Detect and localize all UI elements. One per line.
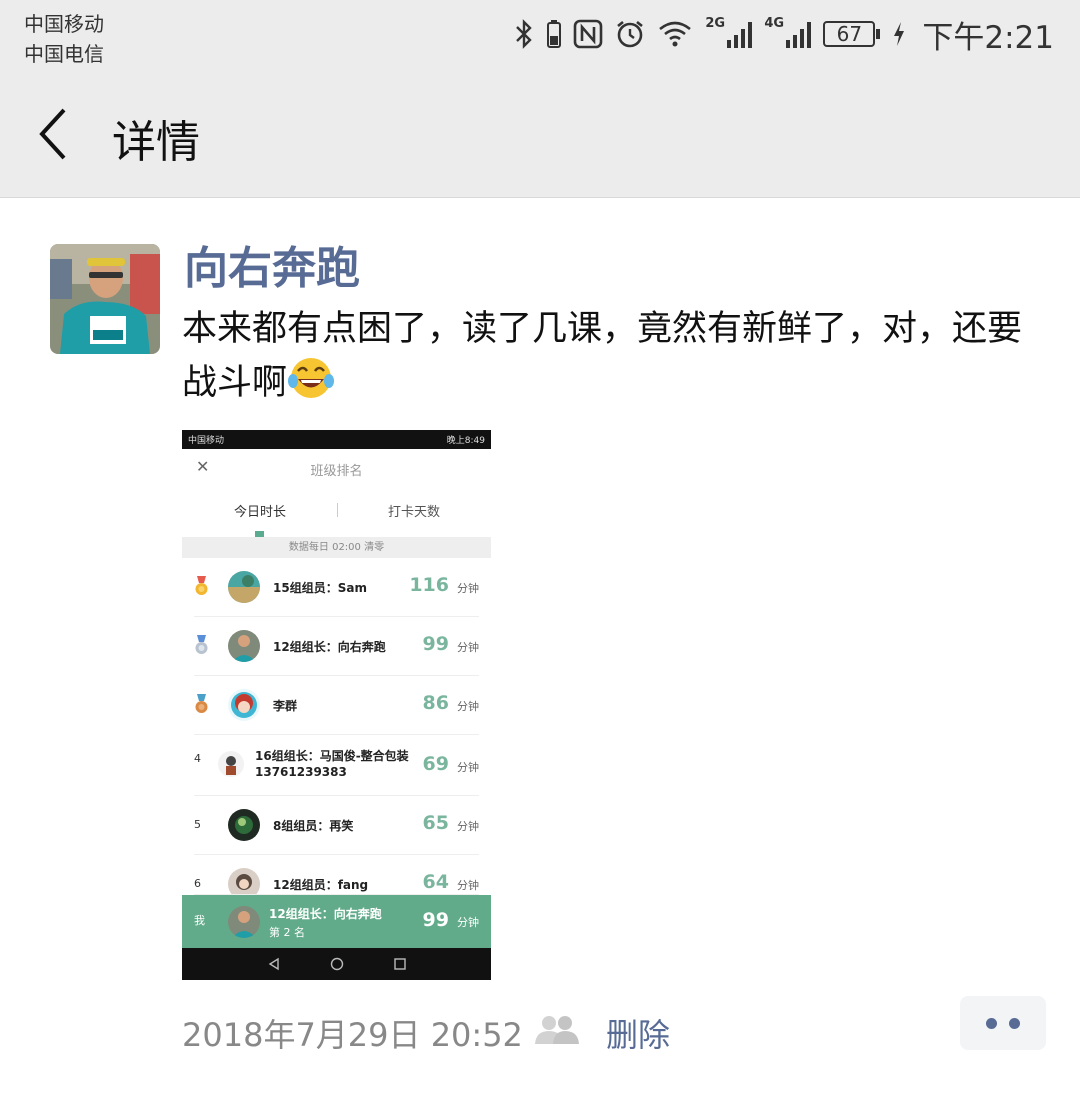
- gold-medal-icon: [195, 576, 208, 595]
- back-arrow-icon: [39, 108, 66, 160]
- battery-indicator: 67: [823, 21, 881, 47]
- page-title: 详情: [112, 117, 200, 168]
- my-label: 我: [194, 914, 205, 927]
- image-status-bar: 中国移动 晚上8:49: [182, 430, 491, 449]
- image-time: 晚上8:49: [446, 436, 485, 446]
- post-text: 本来都有点困了，读了几课，竟然有新鲜了，对，还要战斗啊: [182, 304, 1042, 414]
- my-avatar: [228, 906, 260, 938]
- charging-icon: [892, 17, 906, 51]
- rank-value: 99: [422, 633, 449, 655]
- image-tab-days: 打卡天数: [388, 505, 441, 520]
- rank-avatar: [228, 809, 260, 841]
- table-row: 李群 86 分钟: [182, 676, 491, 735]
- signal-2g-icon: 2G: [705, 16, 753, 48]
- rank-value: 86: [422, 692, 449, 714]
- table-row: 5 8组组员：再笑 65 分钟: [182, 796, 491, 855]
- back-button[interactable]: [30, 104, 80, 164]
- rank-name: 8组组员：再笑: [273, 819, 354, 833]
- my-rank-bar: 我 12组组长：向右奔跑 第 2 名 99 分钟: [182, 895, 491, 948]
- dot-icon: [1009, 1017, 1020, 1029]
- battery-small-icon: [547, 17, 562, 51]
- rank-sub: 13761239383: [255, 765, 347, 779]
- rank-value: 64: [422, 871, 449, 893]
- net-4g-label: 4G: [764, 16, 785, 31]
- image-tab-today: 今日时长: [234, 505, 287, 520]
- avatar[interactable]: [50, 244, 160, 354]
- rank-number: 4: [194, 752, 201, 765]
- post-username[interactable]: 向右奔跑: [184, 232, 360, 296]
- rank-number: 6: [194, 877, 201, 890]
- my-name: 12组组长：向右奔跑: [269, 907, 382, 921]
- rank-unit: 分钟: [457, 641, 479, 654]
- carrier-2: 中国电信: [24, 42, 104, 66]
- delete-button[interactable]: 删除: [606, 1010, 670, 1056]
- image-header: ✕ 班级排名: [182, 449, 491, 487]
- my-value: 99: [422, 909, 449, 931]
- post-timestamp: 2018年7月29日 20:52: [182, 1016, 523, 1054]
- image-carrier: 中国移动: [188, 436, 225, 446]
- rank-avatar: [218, 751, 244, 777]
- rank-name: 12组组员：fang: [273, 878, 369, 892]
- image-title: 班级排名: [310, 464, 363, 479]
- table-row: 15组组员：Sam 116 分钟: [182, 558, 491, 617]
- rank-number: 5: [194, 818, 201, 831]
- back-triangle-icon: [268, 957, 279, 971]
- table-row: 12组组长：向右奔跑 99 分钟: [182, 617, 491, 676]
- bronze-medal-icon: [195, 694, 208, 713]
- visibility-people-icon[interactable]: [534, 1014, 580, 1046]
- recents-square-icon: [393, 958, 406, 970]
- dot-icon: [986, 1017, 997, 1029]
- rank-name: 李群: [273, 699, 298, 713]
- rank-unit: 分钟: [457, 879, 479, 892]
- image-nav-bar: [182, 948, 491, 980]
- rank-avatar: [228, 630, 260, 662]
- carrier-1: 中国移动: [24, 12, 104, 36]
- nav-bar: 详情: [0, 70, 1080, 198]
- silver-medal-icon: [195, 635, 208, 654]
- bluetooth-icon: [513, 17, 535, 51]
- rank-name: 12组组长：向右奔跑: [273, 640, 386, 654]
- rank-avatar: [228, 571, 260, 603]
- table-row: 4 16组组长：马国俊-整合包装 13761239383 69 分钟: [182, 735, 491, 796]
- status-bar: 中国移动 中国电信 2G 4G 67 下午2:21: [0, 0, 1080, 70]
- rank-value: 116: [409, 574, 449, 596]
- home-circle-icon: [330, 957, 343, 971]
- wifi-icon: [657, 17, 693, 51]
- tab-indicator: [255, 531, 264, 537]
- rank-name: 16组组长：马国俊-整合包装: [255, 749, 409, 763]
- image-note: 数据每日 02:00 清零: [182, 537, 491, 558]
- signal-4g-icon: 4G: [764, 16, 812, 48]
- rank-unit: 分钟: [457, 761, 479, 774]
- image-tabs: 今日时长 打卡天数: [182, 487, 491, 537]
- laughing-tears-emoji-icon: [287, 354, 335, 414]
- net-2g-label: 2G: [705, 16, 726, 31]
- rank-avatar: [228, 689, 260, 721]
- rank-name: 15组组员：Sam: [273, 581, 367, 595]
- table-row: 6 12组组员：fang 64 分钟: [182, 855, 491, 900]
- rank-value: 65: [422, 812, 449, 834]
- my-rank-text: 第 2 名: [269, 926, 305, 939]
- post-image[interactable]: 中国移动 晚上8:49 ✕ 班级排名 今日时长 打卡天数 数据每日 02:00 …: [182, 430, 491, 980]
- more-actions-button[interactable]: [960, 996, 1046, 1050]
- status-time: 下午2:21: [922, 19, 1054, 56]
- rank-unit: 分钟: [457, 582, 479, 595]
- rank-unit: 分钟: [457, 700, 479, 713]
- rank-value: 69: [422, 753, 449, 775]
- rank-unit: 分钟: [457, 820, 479, 833]
- my-unit: 分钟: [457, 916, 479, 929]
- nfc-icon: [573, 17, 603, 51]
- battery-level: 67: [823, 21, 876, 47]
- alarm-icon: [615, 17, 645, 51]
